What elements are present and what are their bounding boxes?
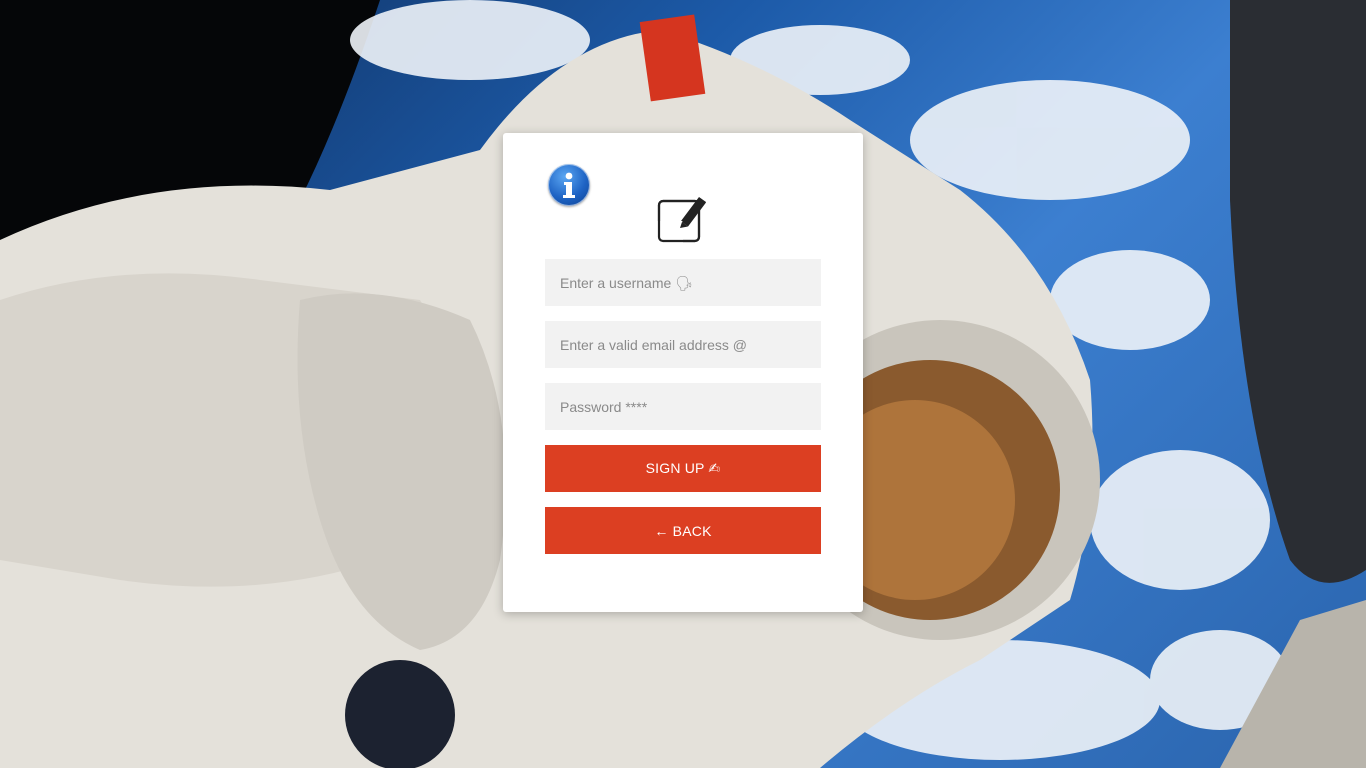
signup-button-label: SIGN UP ✍ [645, 460, 721, 476]
back-button[interactable]: ← BACK [545, 507, 821, 554]
password-input[interactable] [545, 383, 821, 430]
info-icon[interactable] [548, 164, 590, 206]
signup-card: SIGN UP ✍ ← BACK [503, 133, 863, 612]
info-glyph [563, 172, 575, 198]
back-button-label: ← BACK [654, 522, 712, 539]
signup-button[interactable]: SIGN UP ✍ [545, 445, 821, 492]
email-input[interactable] [545, 321, 821, 368]
edit-icon [657, 197, 706, 243]
username-input[interactable] [545, 259, 821, 306]
